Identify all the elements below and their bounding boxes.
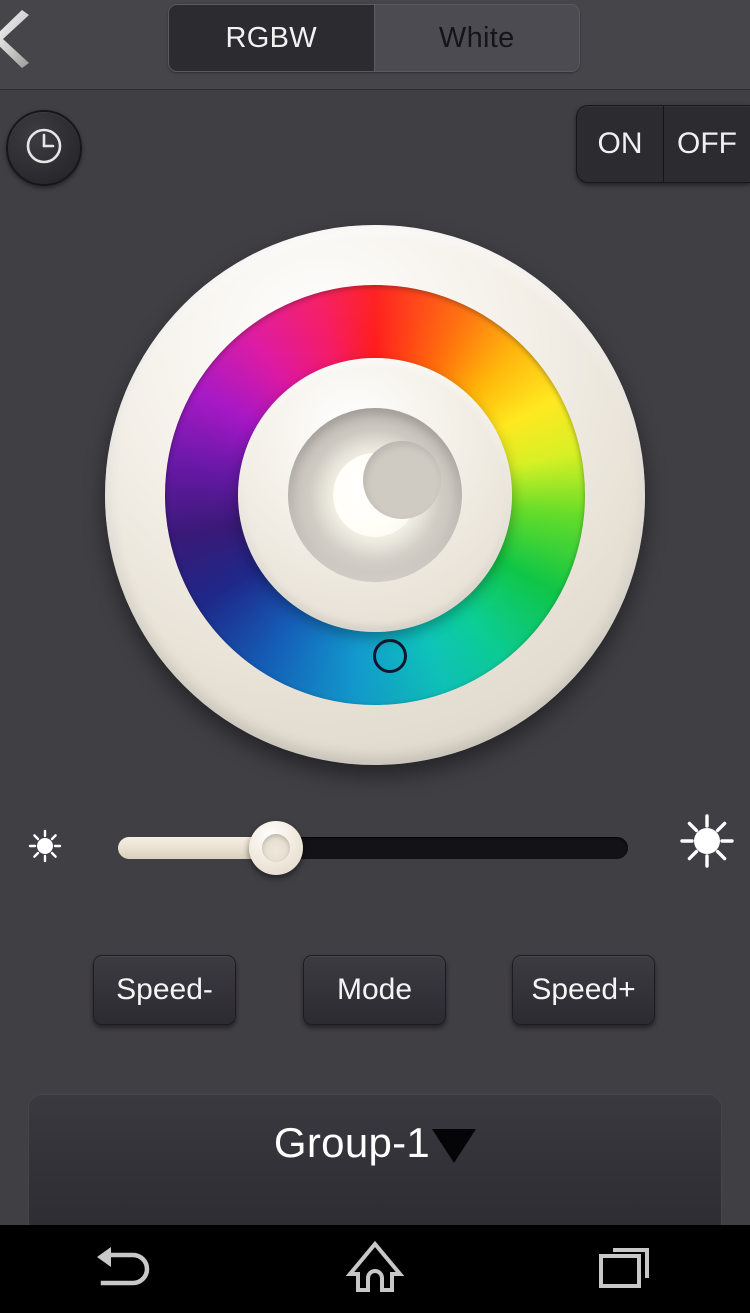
recents-icon (595, 1238, 655, 1301)
color-wheel[interactable] (105, 225, 645, 765)
brightness-slider-thumb[interactable] (249, 821, 304, 875)
crescent-moon-icon (333, 441, 441, 537)
brightness-slider-row (0, 805, 750, 887)
nav-recents-button[interactable] (500, 1225, 750, 1313)
hue-selector-handle[interactable] (373, 639, 407, 673)
back-button[interactable] (0, 8, 48, 70)
speed-down-button[interactable]: Speed- (93, 955, 236, 1025)
tab-rgbw-label: RGBW (225, 21, 317, 54)
triangle-down-icon (432, 1129, 477, 1163)
sun-small-icon (22, 823, 68, 874)
mode-tabs: RGBW White (168, 4, 580, 72)
timer-button[interactable] (6, 110, 82, 186)
group-selector-label: Group-1 (273, 1119, 431, 1166)
group-selector-text: Group-1 (273, 1119, 477, 1167)
nav-home-button[interactable] (250, 1225, 500, 1313)
back-icon (89, 1237, 161, 1302)
group-selector[interactable]: Group-1 (28, 1094, 722, 1225)
effect-button-row: Speed- Mode Speed+ (0, 955, 750, 1029)
tab-white[interactable]: White (373, 5, 579, 71)
power-on-label: ON (597, 127, 643, 160)
power-off-button[interactable]: OFF (663, 106, 750, 182)
app-root: RGBW White ON OFF Speed- Mode Speed+ Gro… (0, 0, 750, 1225)
mode-button[interactable]: Mode (303, 955, 446, 1025)
home-icon (344, 1236, 406, 1303)
mode-label: Mode (336, 973, 413, 1006)
white-mode-button[interactable] (288, 408, 462, 582)
app-header: RGBW White (0, 0, 750, 90)
speed-up-button[interactable]: Speed+ (512, 955, 655, 1025)
chevron-left-icon (0, 9, 45, 69)
tab-rgbw[interactable]: RGBW (169, 5, 374, 71)
power-on-button[interactable]: ON (577, 106, 663, 182)
brightness-slider-track[interactable] (118, 821, 628, 875)
power-off-label: OFF (677, 127, 737, 160)
clock-icon (22, 124, 66, 173)
nav-back-button[interactable] (0, 1225, 250, 1313)
power-button-group: ON OFF (576, 105, 750, 183)
speed-down-label: Speed- (116, 973, 213, 1006)
tab-white-label: White (438, 21, 515, 54)
android-navigation-bar (0, 1225, 750, 1313)
sun-large-icon (676, 810, 738, 877)
speed-up-label: Speed+ (531, 973, 636, 1006)
